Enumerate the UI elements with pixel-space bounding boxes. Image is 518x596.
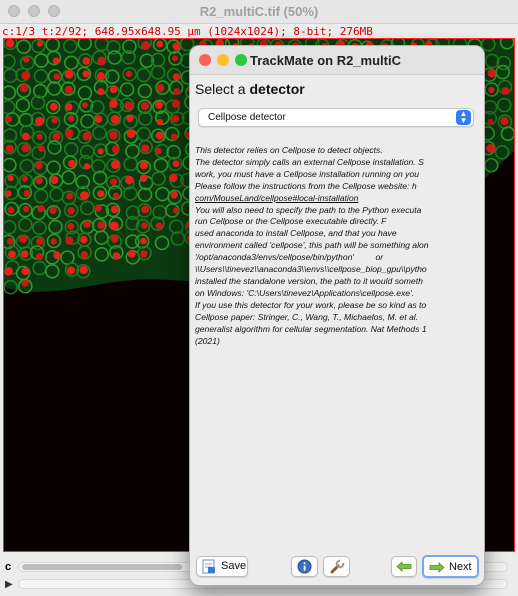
info-button[interactable] — [291, 556, 318, 577]
detector-select[interactable]: Cellpose detector ▲ ▼ — [198, 108, 474, 127]
dialog-minimize-button[interactable] — [217, 54, 229, 66]
description-line: The detector simply calls an external Ce… — [195, 156, 424, 167]
cellpose-install-link[interactable]: com/MouseLand/cellpose#local-installatio… — [195, 193, 479, 205]
previous-button[interactable] — [391, 556, 417, 577]
description-line: (2021) — [195, 335, 220, 346]
heading-bold: detector — [249, 81, 305, 97]
description-line: run Cellpose or the Cellpose executable … — [195, 216, 387, 227]
wrench-icon — [330, 559, 345, 574]
detector-description: This detector relies on Cellpose to dete… — [195, 145, 479, 563]
channel-label: c — [5, 561, 12, 573]
save-icon — [202, 559, 215, 574]
channel-slider-thumb[interactable] — [22, 564, 182, 570]
info-icon — [297, 559, 312, 574]
description-line: This detector relies on Cellpose to dete… — [195, 145, 383, 155]
detector-select-value: Cellpose detector — [208, 112, 286, 123]
heading-prefix: Select a — [195, 81, 250, 97]
trackmate-dialog: TrackMate on R2_multiC Select a detector… — [189, 45, 485, 586]
dialog-title: TrackMate on R2_multiC — [250, 53, 401, 68]
description-line: '/opt/anaconda3/envs/cellpose/bin/python… — [195, 252, 384, 263]
panel-heading: Select a detector — [195, 81, 305, 97]
play-icon[interactable]: ▶ — [5, 579, 13, 590]
dialog-zoom-button[interactable] — [235, 54, 247, 66]
description-line: Cellpose paper: Stringer, C., Wang, T., … — [195, 311, 419, 322]
description-line: Please follow the instructions from the … — [195, 180, 417, 191]
image-window-titlebar: R2_multiC.tif (50%) — [0, 0, 518, 24]
next-label: Next — [449, 561, 472, 573]
description-line: environment called 'cellpose', this path… — [195, 240, 429, 251]
description-line: work, you must have a Cellpose installat… — [195, 168, 420, 179]
save-label: Save — [221, 560, 247, 572]
description-line: on Windows: 'C:\Users\tinevez\Applicatio… — [195, 287, 415, 298]
description-line: installed the standalone version, the pa… — [195, 275, 423, 286]
description-line: If you use this detector for your work, … — [195, 299, 427, 310]
chevron-updown-icon: ▲ ▼ — [456, 110, 471, 125]
image-info: c:1/3 t:2/92; 648.95x648.95 µm (1024x102… — [2, 25, 373, 38]
arrow-right-icon — [429, 562, 445, 573]
description-line: You will also need to specify the path t… — [195, 204, 422, 215]
description-line: \\Users\\tinevez\\anaconda3\\envs\\cellp… — [195, 264, 427, 275]
dialog-titlebar: TrackMate on R2_multiC — [190, 46, 484, 75]
save-button[interactable]: Save — [196, 556, 248, 577]
arrow-left-icon — [396, 561, 412, 572]
image-window-title: R2_multiC.tif (50%) — [199, 4, 319, 19]
log-button[interactable] — [323, 556, 350, 577]
next-button[interactable]: Next — [422, 555, 479, 578]
dialog-close-button[interactable] — [199, 54, 211, 66]
description-line: generalist algorithm for cellular segmen… — [195, 323, 427, 334]
description-line: used anaconda to install Cellpose, and t… — [195, 228, 397, 239]
